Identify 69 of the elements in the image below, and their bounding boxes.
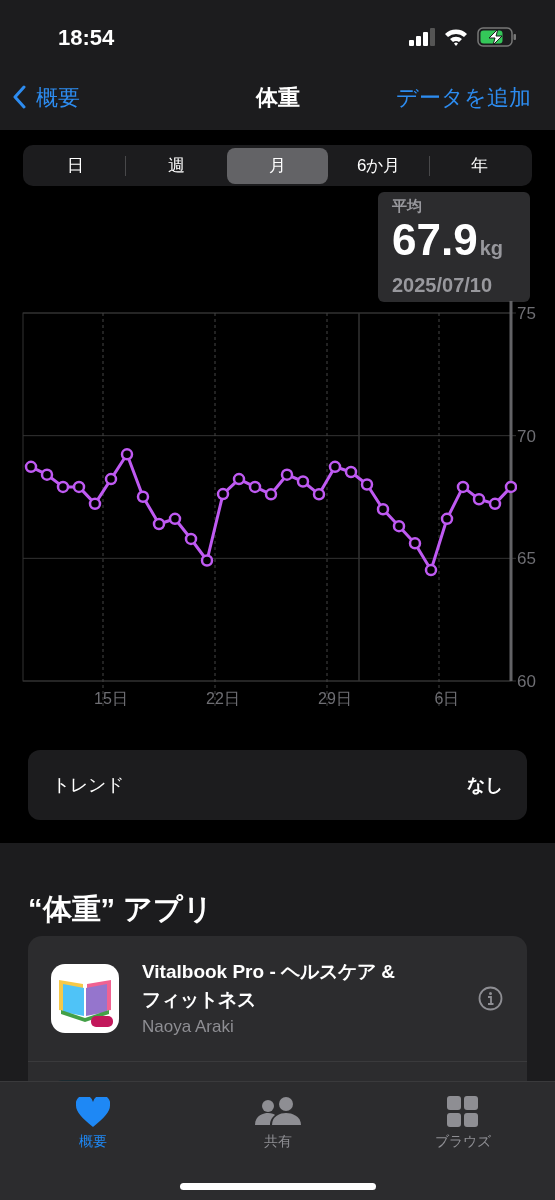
range-tab[interactable]: 月: [227, 147, 328, 184]
page-title: 体重: [255, 83, 300, 112]
data-point: [120, 448, 134, 461]
data-point: [152, 517, 166, 531]
data-point: [296, 475, 310, 488]
date-label: 2025/07/10: [392, 272, 494, 298]
tab-bar-item[interactable]: 共有: [185, 1090, 370, 1152]
data-point: [200, 554, 214, 567]
average-value: 67.9: [392, 217, 478, 262]
trend-value: なし: [467, 773, 503, 797]
y-axis-label: 60: [517, 672, 536, 691]
trend-label: トレンド: [52, 773, 124, 797]
back-button[interactable]: 概要: [12, 80, 80, 114]
book-app-icon: [51, 964, 119, 1034]
range-tab[interactable]: 年: [429, 147, 530, 184]
wifi-icon: [444, 28, 468, 46]
x-axis-label: 6日: [434, 690, 460, 707]
data-point: [88, 497, 102, 511]
y-axis-label: 65: [517, 549, 536, 569]
data-point: [488, 497, 502, 511]
x-axis-label: 22日: [206, 690, 240, 707]
y-axis-label: 75: [517, 304, 536, 323]
data-point: [24, 460, 38, 474]
data-point: [376, 503, 390, 516]
app-name: Vitalbook Pro - ヘルスケア & フィットネス: [142, 960, 396, 1012]
add-data-button[interactable]: データを追加: [396, 80, 543, 114]
data-point: [504, 480, 517, 494]
data-point: [408, 537, 422, 550]
data-point: [344, 465, 358, 479]
section-heading: “体重” アプリ: [28, 892, 215, 927]
data-point: [248, 480, 262, 494]
grid-icon: [447, 1096, 478, 1127]
tab-bar-item[interactable]: ブラウズ: [370, 1090, 555, 1152]
data-point: [232, 472, 246, 486]
data-point: [280, 468, 294, 481]
data-point: [456, 480, 470, 494]
data-point: [312, 488, 326, 501]
clock-time: 18:54: [58, 23, 115, 52]
range-tab[interactable]: 週: [126, 147, 227, 184]
chevron-left-icon: [12, 85, 26, 109]
data-point: [40, 468, 54, 481]
battery-charging-icon: [477, 27, 517, 47]
data-point: [392, 519, 406, 533]
data-point: [328, 460, 342, 474]
data-point: [56, 480, 70, 494]
data-point: [216, 487, 230, 501]
signal-icon: [409, 28, 435, 46]
developer-name: Naoya Araki: [142, 1016, 235, 1038]
range-tab[interactable]: 6か月: [328, 147, 429, 184]
data-point: [360, 478, 374, 491]
data-point: [104, 472, 118, 486]
data-point: [440, 512, 454, 526]
tab-bar-item[interactable]: 概要: [0, 1090, 185, 1152]
data-point: [472, 492, 486, 506]
data-point: [184, 532, 198, 546]
average-label: 平均: [392, 196, 423, 216]
data-point: [136, 490, 150, 503]
data-point: [72, 480, 86, 494]
info-icon[interactable]: [478, 986, 503, 1012]
people-icon: [254, 1097, 301, 1127]
data-point: [168, 512, 182, 526]
heart-icon: [75, 1097, 110, 1127]
x-axis-label: 29日: [318, 690, 352, 707]
y-axis-label: 70: [517, 426, 536, 446]
data-point: [264, 488, 278, 501]
range-tab[interactable]: 日: [25, 147, 126, 184]
x-axis-label: 15日: [94, 690, 128, 707]
unit-label: kg: [479, 235, 503, 261]
data-point: [424, 563, 438, 577]
